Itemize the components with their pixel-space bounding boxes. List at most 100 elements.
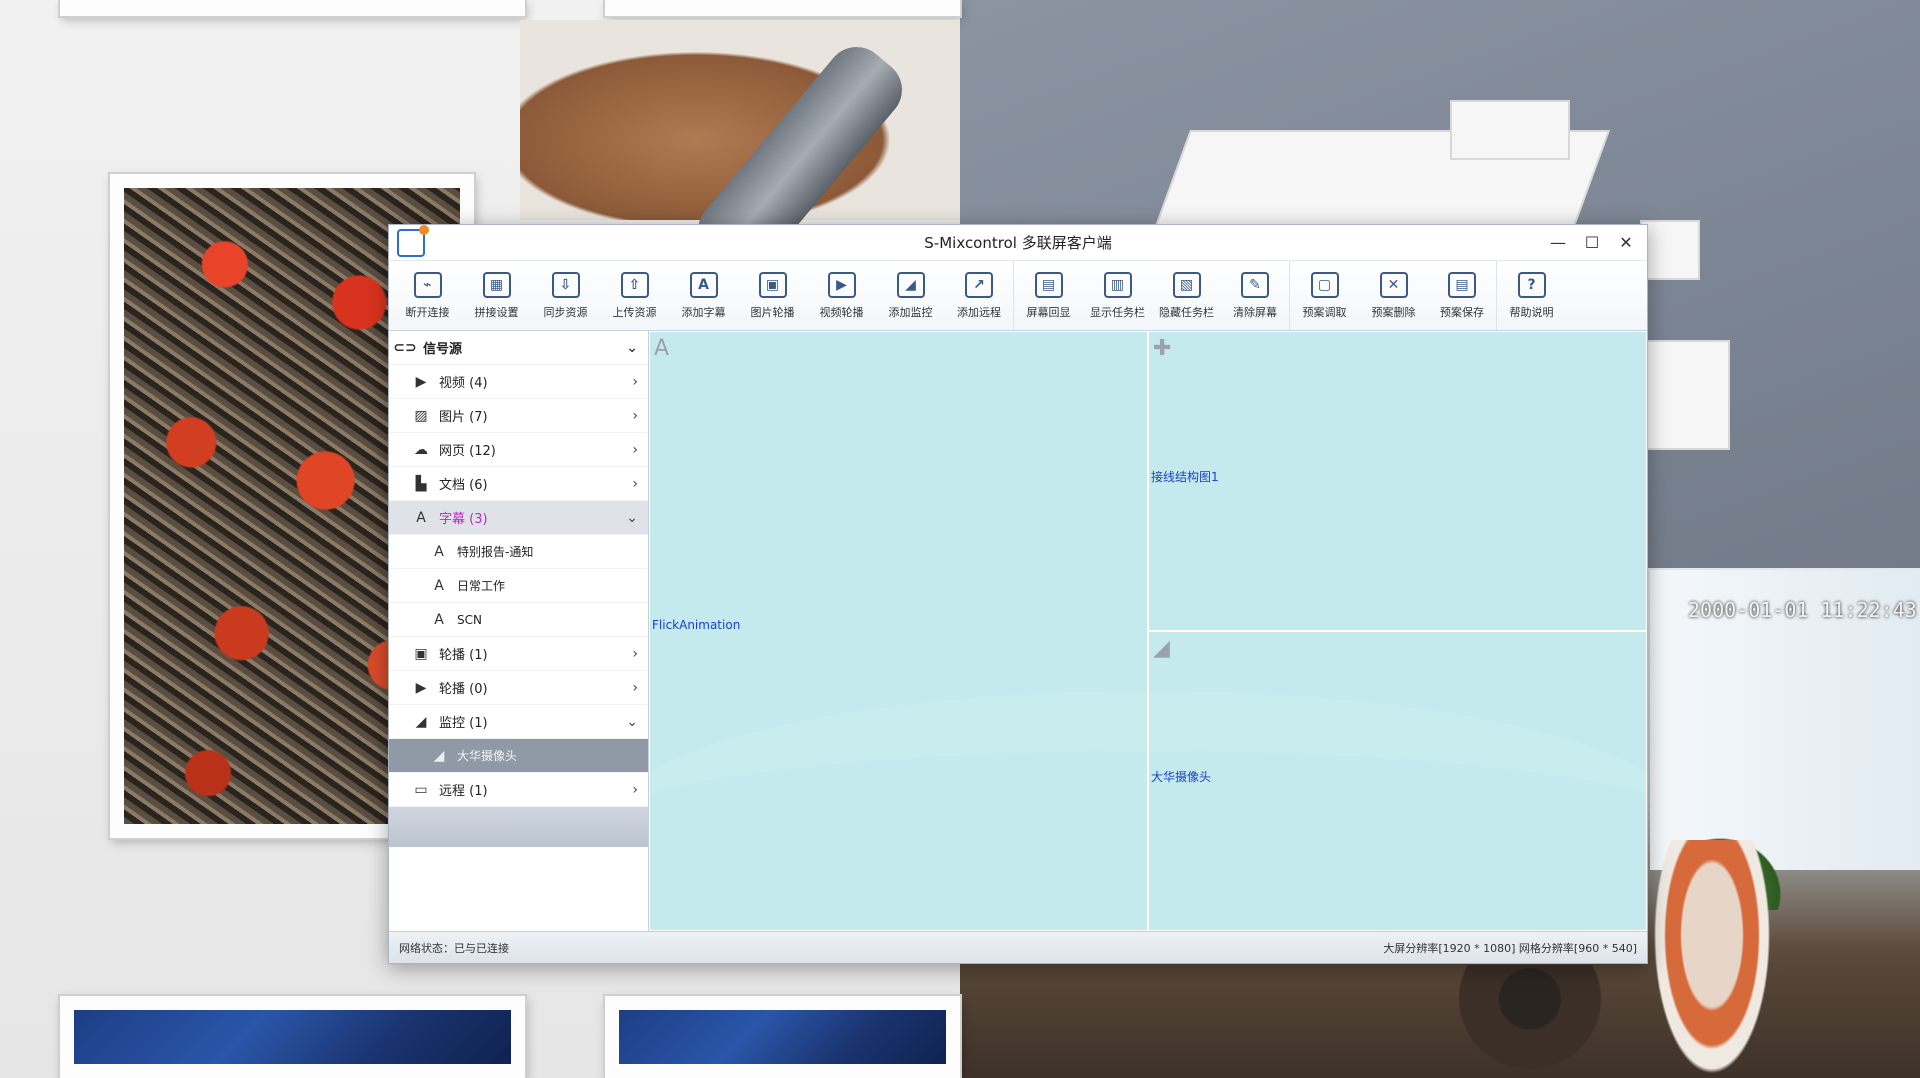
sidebar-item-label: 轮播 (1) bbox=[439, 648, 488, 663]
sidebar-item-label: 大华摄像头 bbox=[457, 749, 518, 763]
tool-label: 上传资源 bbox=[612, 305, 657, 319]
camera-icon: ◢ bbox=[415, 713, 427, 730]
image-icon: ▨ bbox=[414, 407, 428, 424]
image-carousel-icon: ▣ bbox=[758, 271, 787, 298]
sidebar-root-signal-source[interactable]: ⊂⊃ 信号源 ⌄ bbox=[389, 331, 648, 365]
sidebar-empty-area bbox=[389, 847, 648, 931]
sidebar-item-label: 文档 (6) bbox=[439, 478, 488, 493]
add-caption-icon: A bbox=[689, 271, 718, 298]
close-button[interactable]: ✕ bbox=[1611, 230, 1641, 256]
sidebar-item-document[interactable]: ▙ 文档 (6) › bbox=[389, 467, 648, 501]
plan-delete-icon: ✕ bbox=[1379, 271, 1408, 298]
caption-icon: A bbox=[416, 509, 426, 526]
add-camera-button[interactable]: ◢ 添加监控 bbox=[876, 261, 945, 330]
sidebar-item-label: 字幕 (3) bbox=[439, 512, 488, 527]
layout-pane-left[interactable]: A FlickAnimation bbox=[649, 331, 1148, 931]
sidebar-item-label: 轮播 (0) bbox=[439, 682, 488, 697]
web-icon: ☁ bbox=[414, 441, 428, 458]
add-remote-button[interactable]: ↗ 添加远程 bbox=[945, 261, 1014, 330]
window-title: S-Mixcontrol 多联屏客户端 bbox=[924, 234, 1112, 252]
chevron-down-icon: ⌄ bbox=[626, 509, 638, 526]
tool-label: 添加字幕 bbox=[681, 305, 726, 319]
tool-label: 预案保存 bbox=[1440, 305, 1484, 319]
tool-label: 拼接设置 bbox=[474, 305, 519, 319]
clear-screen-icon: ✎ bbox=[1241, 271, 1269, 298]
tool-label: 断开连接 bbox=[405, 305, 450, 319]
signal-source-icon: ⊂⊃ bbox=[393, 339, 417, 356]
chevron-right-icon: › bbox=[632, 781, 638, 798]
image-pane-icon: ✚ bbox=[1153, 336, 1172, 361]
pane-label: 接线结构图1 bbox=[1151, 470, 1219, 484]
disconnect-button[interactable]: ⌁ 断开连接 bbox=[393, 261, 462, 330]
caption-pane-icon: A bbox=[654, 336, 670, 361]
upload-resources-button[interactable]: ⇧ 上传资源 bbox=[600, 261, 669, 330]
sidebar-caption-item[interactable]: A 特别报告-通知 bbox=[389, 535, 648, 569]
hide-taskbar-button[interactable]: ▧ 隐藏任务栏 bbox=[1152, 261, 1221, 330]
minimize-button[interactable]: — bbox=[1543, 230, 1573, 256]
clear-screen-button[interactable]: ✎ 清除屏幕 bbox=[1221, 261, 1290, 330]
status-bar: 网络状态：已与已连接 大屏分辨率[1920 * 1080] 网格分辨率[960 … bbox=[389, 931, 1647, 963]
tool-label: 同步资源 bbox=[543, 305, 588, 319]
carousel-icon: ▣ bbox=[414, 645, 428, 662]
sidebar-item-video[interactable]: ▶ 视频 (4) › bbox=[389, 365, 648, 399]
caption-item-icon: A bbox=[434, 611, 444, 628]
sidebar-item-label: 监控 (1) bbox=[439, 716, 488, 731]
chevron-right-icon: › bbox=[632, 645, 638, 662]
tool-label: 添加监控 bbox=[888, 305, 933, 319]
tool-label: 屏幕回显 bbox=[1026, 305, 1071, 319]
tool-label: 添加远程 bbox=[957, 305, 1001, 319]
sidebar-item-remote[interactable]: ▭ 远程 (1) › bbox=[389, 773, 648, 807]
tool-label: 帮助说明 bbox=[1509, 305, 1554, 319]
plan-save-button[interactable]: ▤ 预案保存 bbox=[1428, 261, 1497, 330]
caption-item-icon: A bbox=[434, 577, 444, 594]
camera-timestamp: 2000-01-01 11:22:43 bbox=[1688, 598, 1917, 622]
photo-frame-top-left bbox=[60, 0, 525, 16]
add-caption-button[interactable]: A 添加字幕 bbox=[669, 261, 738, 330]
upload-icon: ⇧ bbox=[620, 271, 649, 298]
layout-pane-top-right[interactable]: ✚ 接线结构图1 bbox=[1148, 331, 1647, 631]
video-carousel-button[interactable]: ▶ 视频轮播 bbox=[807, 261, 876, 330]
sidebar-item-image[interactable]: ▨ 图片 (7) › bbox=[389, 399, 648, 433]
chevron-right-icon: › bbox=[632, 373, 638, 390]
splice-settings-button[interactable]: ▦ 拼接设置 bbox=[462, 261, 531, 330]
maximize-button[interactable]: ☐ bbox=[1577, 230, 1607, 256]
show-taskbar-button[interactable]: ▥ 显示任务栏 bbox=[1083, 261, 1152, 330]
sidebar-item-label: 网页 (12) bbox=[439, 444, 496, 459]
caption-item-icon: A bbox=[434, 543, 444, 560]
camera-pane-icon: ◢ bbox=[1153, 636, 1170, 661]
resolution-status: 大屏分辨率[1920 * 1080] 网格分辨率[960 * 540] bbox=[1383, 941, 1637, 955]
video-icon: ▶ bbox=[415, 373, 427, 390]
sidebar-item-web[interactable]: ☁ 网页 (12) › bbox=[389, 433, 648, 467]
disconnect-icon: ⌁ bbox=[413, 271, 442, 298]
tool-label: 预案调取 bbox=[1302, 305, 1347, 319]
screen-layout-canvas[interactable]: A FlickAnimation ✚ 接线结构图1 ◢ 大华摄像头 bbox=[649, 331, 1647, 931]
title-bar[interactable]: S-Mixcontrol 多联屏客户端 — ☐ ✕ bbox=[389, 224, 1647, 261]
sidebar-camera-item[interactable]: ◢ 大华摄像头 bbox=[389, 739, 648, 773]
sync-resources-button[interactable]: ⇩ 同步资源 bbox=[531, 261, 600, 330]
sidebar-caption-item[interactable]: A SCN bbox=[389, 603, 648, 637]
sidebar-item-caption[interactable]: A 字幕 (3) ⌄ bbox=[389, 501, 648, 535]
splice-settings-icon: ▦ bbox=[482, 271, 511, 298]
layout-pane-bottom-right[interactable]: ◢ 大华摄像头 bbox=[1148, 631, 1647, 931]
plan-load-button[interactable]: ▢ 预案调取 bbox=[1290, 261, 1359, 330]
sidebar-caption-item[interactable]: A 日常工作 bbox=[389, 569, 648, 603]
screen-echo-button[interactable]: ▤ 屏幕回显 bbox=[1014, 261, 1083, 330]
sidebar-item-carousel[interactable]: ▣ 轮播 (1) › bbox=[389, 637, 648, 671]
help-icon: ? bbox=[1517, 271, 1546, 298]
plan-delete-button[interactable]: ✕ 预案删除 bbox=[1359, 261, 1428, 330]
sidebar-item-label: 日常工作 bbox=[457, 579, 506, 593]
window-controls: — ☐ ✕ bbox=[1543, 230, 1641, 256]
sidebar-item-label: 远程 (1) bbox=[439, 784, 488, 799]
plan-load-icon: ▢ bbox=[1310, 271, 1339, 298]
sidebar-item-camera[interactable]: ◢ 监控 (1) ⌄ bbox=[389, 705, 648, 739]
person-photo bbox=[1450, 965, 1610, 1078]
camera-item-icon: ◢ bbox=[433, 747, 445, 764]
heater-fan-photo bbox=[1652, 840, 1772, 1078]
tool-label: 清除屏幕 bbox=[1233, 305, 1277, 319]
image-carousel-button[interactable]: ▣ 图片轮播 bbox=[738, 261, 807, 330]
sidebar-item-video-carousel[interactable]: ▶ 轮播 (0) › bbox=[389, 671, 648, 705]
pane-label: 大华摄像头 bbox=[1151, 770, 1212, 784]
help-button[interactable]: ? 帮助说明 bbox=[1497, 261, 1566, 330]
chevron-down-icon: ⌄ bbox=[626, 713, 638, 730]
toolbar: ⌁ 断开连接 ▦ 拼接设置 ⇩ 同步资源 ⇧ 上传资源 A 添加字幕 ▣ 图片轮… bbox=[389, 261, 1647, 331]
